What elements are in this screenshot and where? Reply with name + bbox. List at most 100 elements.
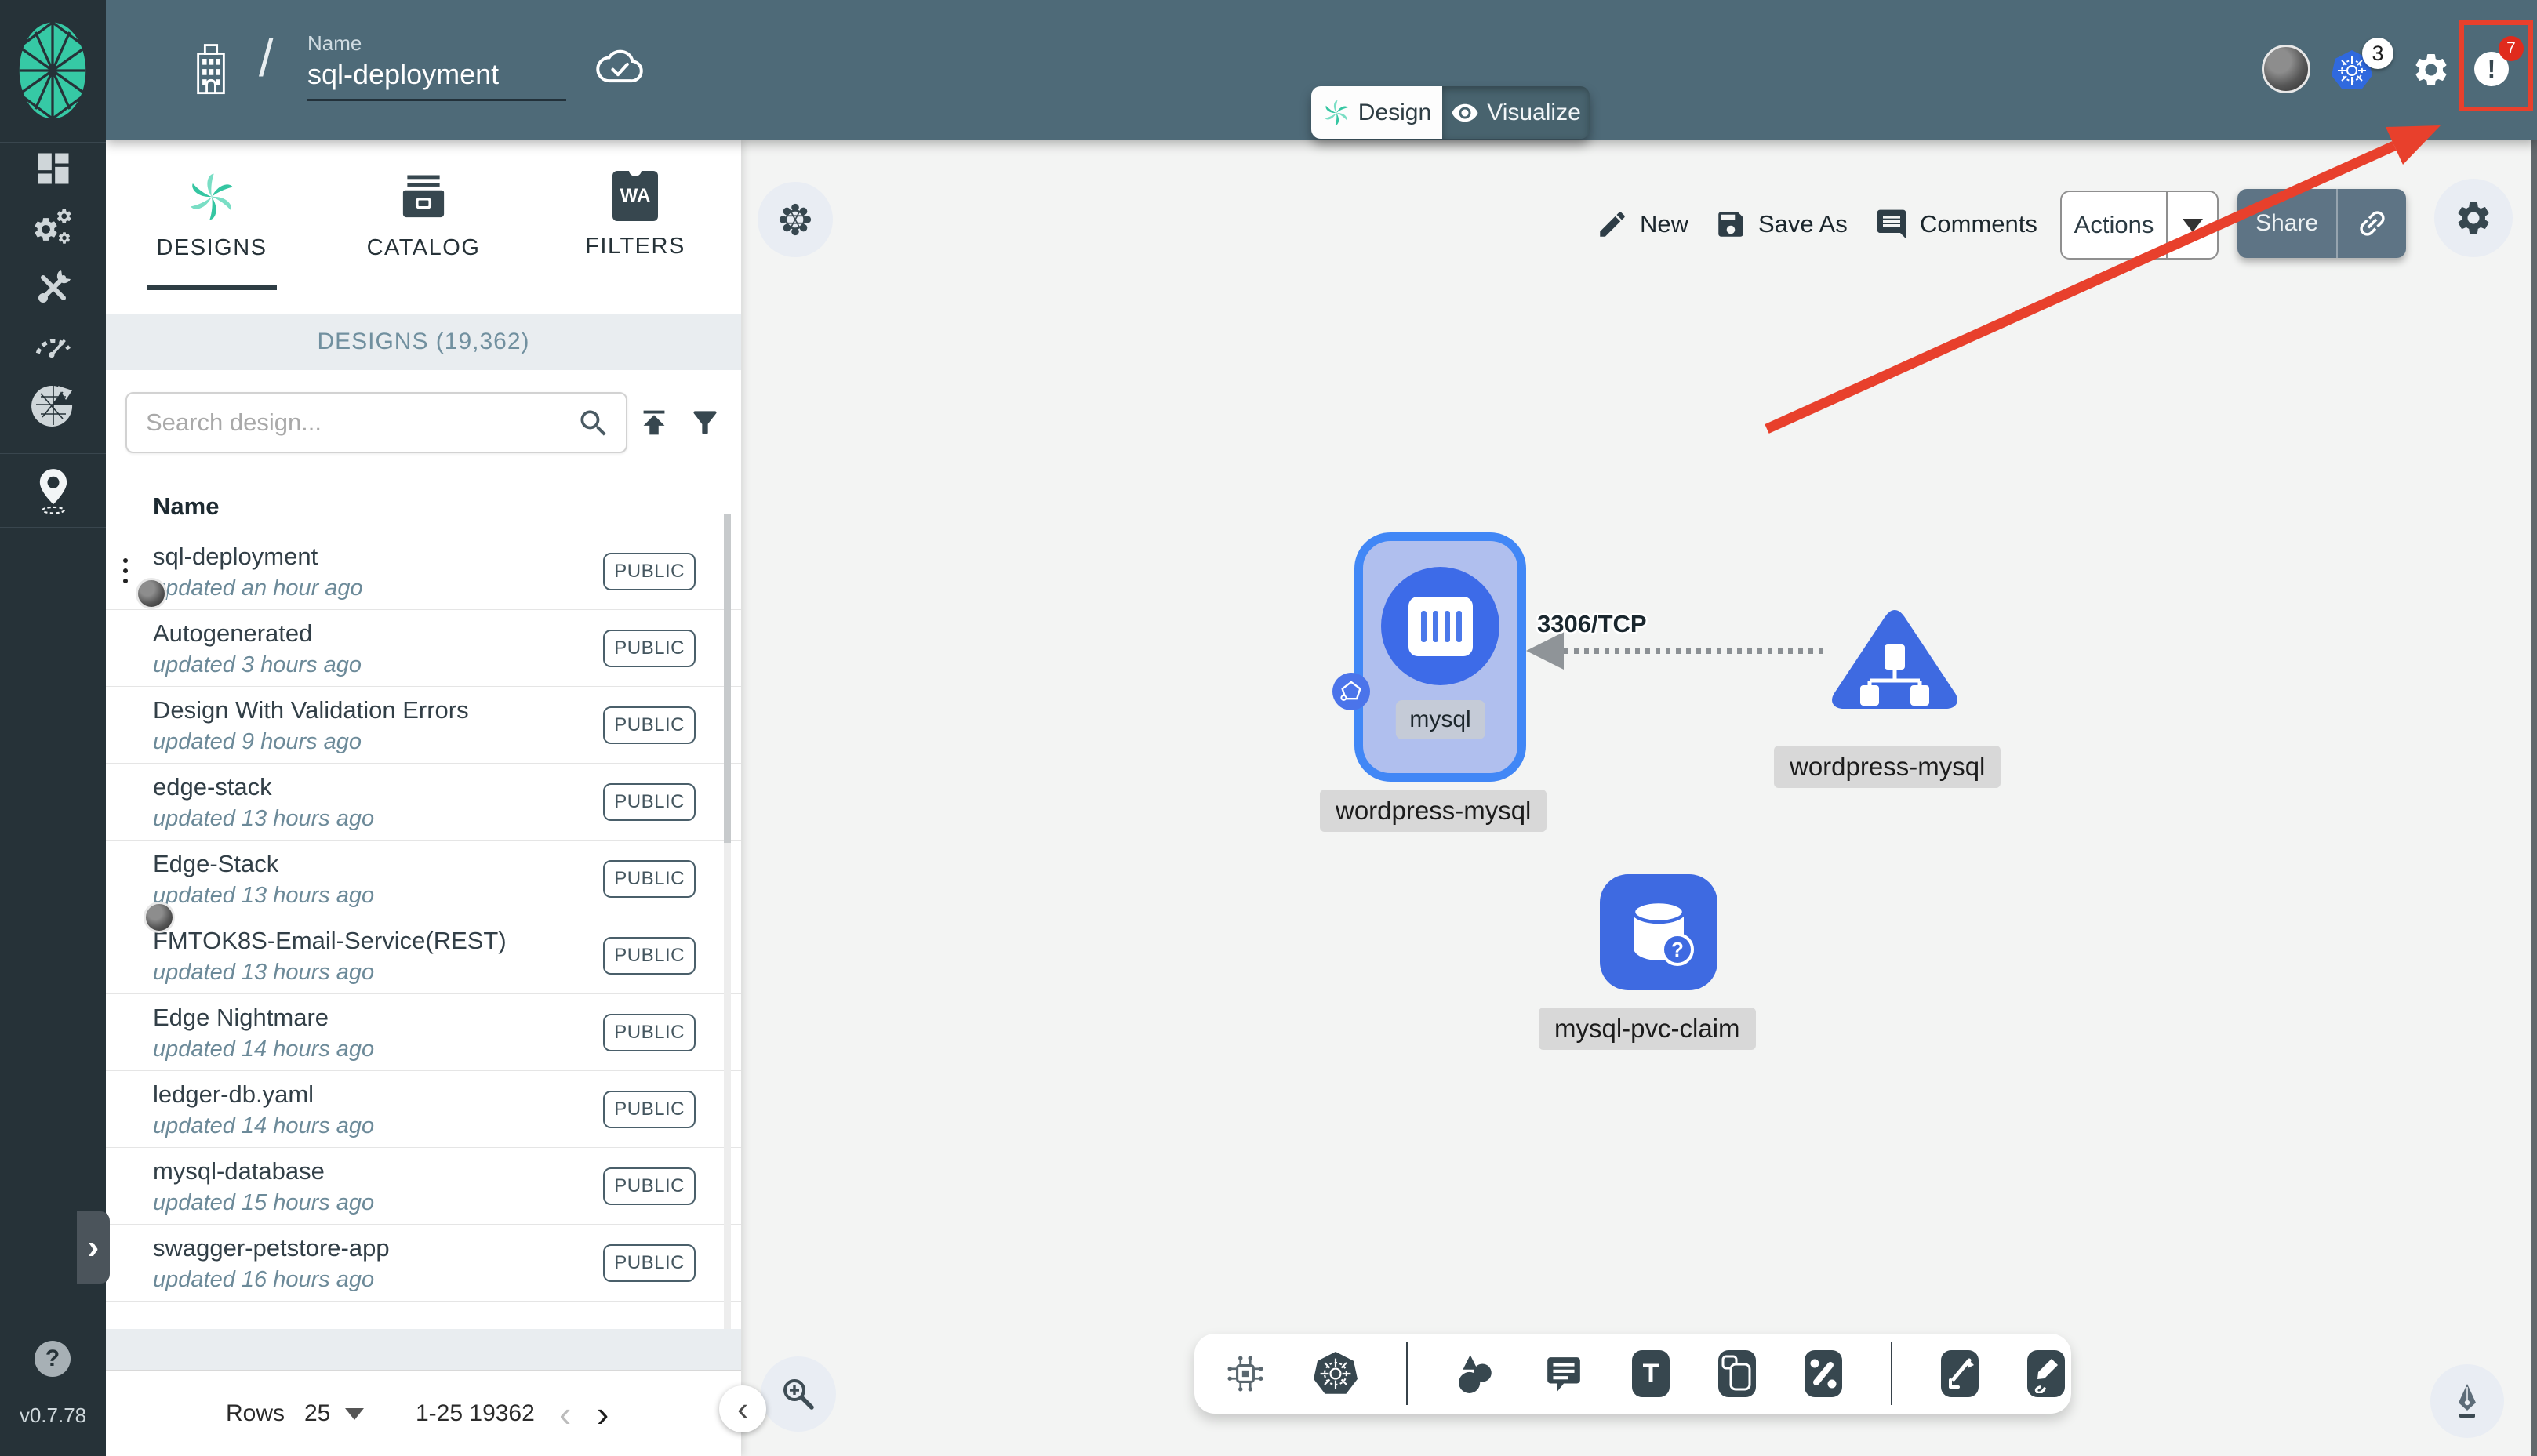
next-page-button[interactable]: › [597, 1392, 609, 1435]
import-design-button[interactable] [636, 405, 672, 445]
design-row[interactable]: FMTOK8S-Email-Service(REST) updated 13 h… [106, 917, 741, 994]
shape-overlay-tool[interactable] [1718, 1350, 1756, 1397]
node-mysql-pvc-claim[interactable]: ? [1600, 874, 1717, 990]
save-icon [1718, 212, 1743, 237]
connect-tool[interactable] [1805, 1350, 1842, 1397]
design-name: mysql-database [153, 1157, 325, 1185]
share-label: Share [2255, 210, 2319, 236]
panel-footer-band [106, 1329, 741, 1370]
new-label: New [1640, 210, 1689, 238]
rows-per-page-select[interactable]: 25 [304, 1400, 330, 1427]
visibility-badge: PUBLIC [603, 783, 696, 821]
design-updated: updated 9 hours ago [153, 729, 362, 754]
design-row[interactable]: mysql-database updated 15 hours ago PUBL… [106, 1148, 741, 1225]
design-row[interactable]: Edge-Stack updated 13 hours ago PUBLIC [106, 841, 741, 933]
visibility-badge: PUBLIC [603, 553, 696, 590]
user-avatar[interactable] [2262, 45, 2310, 93]
comments-button[interactable]: Comments [1874, 188, 2037, 260]
owner-avatar [144, 902, 175, 933]
page-range-label: 1-25 19362 [416, 1400, 535, 1426]
list-scrollbar[interactable] [724, 514, 731, 1329]
edge-3306-tcp[interactable] [1564, 648, 1829, 654]
filter-designs-button[interactable] [688, 405, 722, 445]
design-name: edge-stack [153, 773, 272, 801]
design-row[interactable]: edge-stack updated 13 hours ago PUBLIC [106, 764, 741, 841]
pencil-squiggle-icon [2034, 1359, 2058, 1393]
design-row[interactable]: Edge Nightmare updated 14 hours ago PUBL… [106, 994, 741, 1071]
chain-link-icon [1810, 1359, 1837, 1389]
organization-icon[interactable] [192, 41, 230, 100]
version-label: v0.7.78 [19, 1403, 87, 1427]
dashboard-icon [38, 153, 68, 184]
save-as-button[interactable]: Save As [1714, 188, 1848, 260]
design-canvas[interactable] [741, 140, 2537, 1456]
new-design-button[interactable]: New [1596, 188, 1688, 260]
context-count-badge[interactable]: 3 [2362, 38, 2393, 69]
tab-catalog[interactable]: CATALOG [318, 140, 529, 314]
copy-link-button[interactable] [2338, 206, 2406, 241]
design-name-input[interactable] [307, 58, 566, 101]
sidebar-item-lifecycle[interactable] [0, 207, 106, 251]
zoom-in-icon [783, 1379, 814, 1410]
design-updated: updated 14 hours ago [153, 1113, 375, 1138]
visibility-badge: PUBLIC [603, 1014, 696, 1051]
actions-button[interactable]: Actions [2060, 191, 2219, 260]
expand-chevron-icon: › [87, 1228, 100, 1266]
design-row[interactable]: ledger-db.yaml updated 14 hours ago PUBL… [106, 1071, 741, 1148]
design-row[interactable]: Autogenerated updated 3 hours ago PUBLIC [106, 610, 741, 687]
prev-page-button[interactable]: ‹ [559, 1392, 571, 1435]
sidebar-item-kanvas[interactable] [0, 467, 106, 514]
visibility-badge: PUBLIC [603, 706, 696, 744]
tab-designs[interactable]: DESIGNS [106, 140, 318, 314]
kubernetes-components-tool[interactable] [1314, 1352, 1358, 1394]
node-wordpress-mysql-pod[interactable]: mysql [1354, 532, 1526, 782]
tab-visualize[interactable]: Visualize [1442, 86, 1590, 139]
sidebar-item-configuration[interactable] [0, 267, 106, 307]
help-button[interactable]: ? [35, 1341, 71, 1377]
canvas-settings-button[interactable] [2434, 179, 2513, 257]
rows-per-page-caret-icon[interactable] [345, 1408, 364, 1420]
speedometer-icon [35, 339, 71, 358]
design-name: Design With Validation Errors [153, 696, 469, 724]
mesh-overview-button[interactable] [758, 182, 833, 257]
meshery-logo[interactable] [17, 19, 88, 126]
design-list: sql-deployment updated an hour ago PUBLI… [106, 533, 741, 1302]
design-row[interactable]: Design With Validation Errors updated 9 … [106, 687, 741, 764]
share-button[interactable]: Share [2237, 189, 2406, 258]
annotation-highlight-box [2459, 20, 2533, 111]
row-menu-icon[interactable] [123, 558, 128, 583]
page-scrollbar[interactable] [2531, 140, 2537, 1456]
sidebar-expand-button[interactable]: › [77, 1211, 110, 1284]
pen-arrow-icon [1949, 1358, 1974, 1389]
search-input[interactable] [125, 392, 627, 453]
text-tool[interactable]: T [1632, 1350, 1670, 1397]
caret-down-icon [2182, 218, 2203, 232]
actions-dropdown-button[interactable] [2168, 218, 2217, 232]
design-row[interactable]: sql-deployment updated an hour ago PUBLI… [106, 533, 741, 610]
annotate-arrow-tool[interactable] [1941, 1350, 1979, 1397]
pencil-icon [1600, 212, 1625, 237]
pod-kind-badge[interactable] [1332, 673, 1370, 710]
comments-label: Comments [1920, 210, 2037, 238]
tab-filters-label: FILTERS [585, 234, 685, 259]
freehand-draw-tool[interactable] [2027, 1350, 2065, 1397]
tab-filters[interactable]: WA FILTERS [529, 140, 741, 314]
design-row[interactable]: swagger-petstore-app updated 16 hours ag… [106, 1225, 741, 1302]
shapes-tool[interactable] [1456, 1353, 1496, 1394]
tab-design[interactable]: Design [1311, 86, 1442, 139]
notes-tool[interactable] [1544, 1354, 1583, 1393]
settings-gear-icon[interactable] [2412, 50, 2451, 93]
zoom-button[interactable] [761, 1356, 836, 1432]
sidebar-item-dashboard[interactable] [0, 148, 106, 189]
active-tab-underline [147, 285, 277, 290]
sidebar-item-performance[interactable] [0, 323, 106, 364]
design-spiral-icon [1325, 100, 1348, 125]
question-icon: ? [45, 1345, 60, 1371]
components-tool[interactable] [1226, 1354, 1265, 1393]
design-pen-button[interactable] [2430, 1364, 2504, 1438]
node-wordpress-mysql-service[interactable] [1824, 607, 1965, 717]
panel-collapse-button[interactable]: ‹ [719, 1385, 766, 1432]
comment-icon [1877, 209, 1906, 239]
sidebar-item-extensions[interactable] [0, 383, 106, 427]
shapes-icon [1459, 1355, 1492, 1393]
